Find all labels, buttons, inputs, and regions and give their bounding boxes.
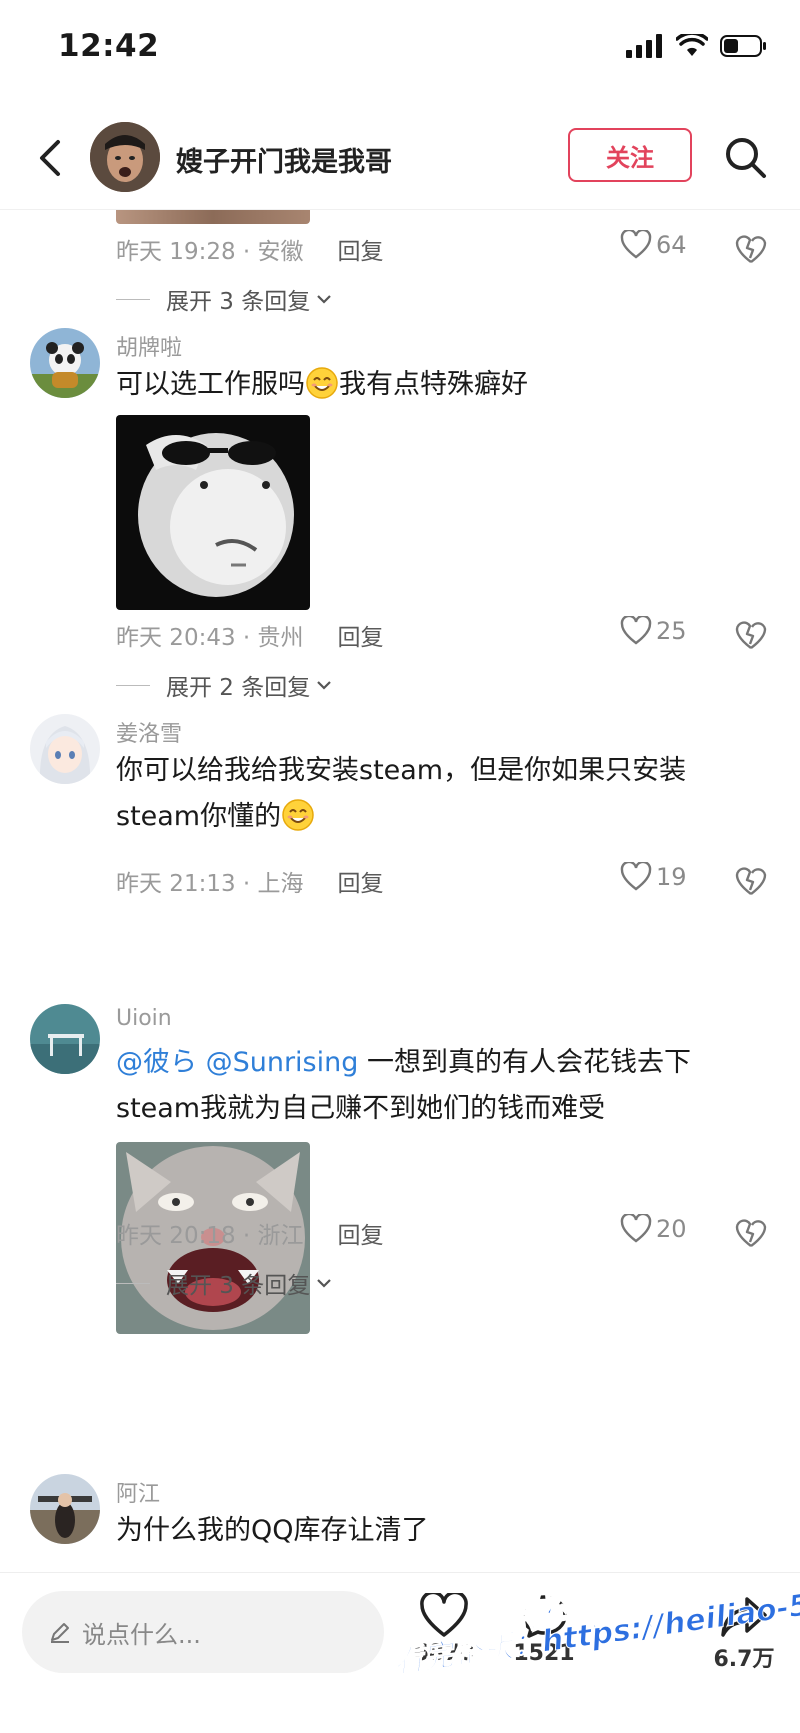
- dislike-icon[interactable]: [734, 232, 768, 266]
- comment-text-line-2: steam我就为自己赚不到她们的钱而难受: [116, 1093, 606, 1124]
- comment-input-placeholder: 说点什么...: [82, 1620, 201, 1649]
- comment-input[interactable]: 说点什么...: [22, 1591, 384, 1673]
- like-button[interactable]: 25: [620, 616, 687, 646]
- commenter-avatar[interactable]: [30, 328, 100, 398]
- comment-text-line: @彼ら @Sunrising 一想到真的有人会花钱去下: [116, 1040, 746, 1086]
- like-total: 6870: [413, 1641, 475, 1666]
- comment-text: 可以选工作服吗 我有点特殊癖好: [116, 362, 746, 408]
- dislike-icon[interactable]: [734, 1216, 768, 1250]
- comment-action[interactable]: 1521: [504, 1593, 584, 1666]
- like-action[interactable]: 6870: [404, 1593, 484, 1666]
- heart-icon: [620, 1214, 652, 1243]
- mention-link[interactable]: @彼ら: [116, 1047, 197, 1078]
- author-name[interactable]: 嫂子开门我是我哥: [176, 140, 392, 179]
- comment-meta: 昨天 21:13 · 上海 回复: [116, 864, 384, 898]
- expand-divider: [116, 1282, 150, 1284]
- comment-bubble-icon: [521, 1595, 567, 1638]
- commenter-name[interactable]: Uioin: [116, 1006, 172, 1031]
- comment-text-line: 你可以给我给我安装steam，但是你如果只安装: [116, 755, 687, 786]
- reply-button[interactable]: 回复: [338, 232, 384, 266]
- battery-icon: [720, 35, 766, 57]
- like-count: 20: [656, 1215, 687, 1243]
- like-button[interactable]: 19: [620, 862, 687, 892]
- share-icon: [721, 1597, 767, 1637]
- back-icon[interactable]: [30, 136, 74, 180]
- expand-divider: [116, 298, 150, 300]
- search-icon[interactable]: [722, 134, 770, 182]
- expand-label: 展开 3 条回复: [166, 1273, 311, 1299]
- comment-total: 1521: [513, 1641, 575, 1666]
- commenter-name[interactable]: 姜洛雪: [116, 716, 182, 748]
- comment-text-part: 一想到真的有人会花钱去下: [358, 1047, 691, 1078]
- heart-icon: [420, 1593, 468, 1637]
- comment-time-location: 昨天 19:28 · 安徽: [116, 239, 304, 265]
- share-action[interactable]: 6.7万: [704, 1593, 784, 1673]
- comment-time-location: 昨天 21:13 · 上海: [116, 871, 304, 897]
- smile-emoji-icon: [306, 367, 338, 399]
- share-total: 6.7万: [713, 1647, 775, 1672]
- comment-text: 你可以给我给我安装steam，但是你如果只安装 steam你懂的: [116, 748, 746, 840]
- comment-meta: 昨天 20:18 · 浙江 回复: [116, 1216, 384, 1250]
- heart-icon: [620, 862, 652, 891]
- comment-image-sticker[interactable]: [116, 415, 310, 610]
- heart-icon: [620, 230, 652, 259]
- comment-time-location: 昨天 20:18 · 浙江: [116, 1223, 304, 1249]
- expand-divider: [116, 684, 150, 686]
- reply-button[interactable]: 回复: [338, 1216, 384, 1250]
- comment-meta: 昨天 20:43 · 贵州 回复: [116, 618, 384, 652]
- author-avatar[interactable]: [90, 122, 160, 192]
- bottom-action-bar: 说点什么... 6870 1521 6.7万: [0, 1572, 800, 1733]
- pencil-icon: [51, 1623, 69, 1643]
- mention-link[interactable]: @Sunrising: [206, 1047, 359, 1078]
- comment-text: @彼ら @Sunrising 一想到真的有人会花钱去下 steam我就为自己赚不…: [116, 1040, 746, 1132]
- commenter-name[interactable]: 阿江: [116, 1476, 160, 1508]
- dislike-icon[interactable]: [734, 618, 768, 652]
- like-button[interactable]: 20: [620, 1214, 687, 1244]
- expand-label: 展开 3 条回复: [166, 289, 311, 315]
- comment-text-line-2: steam你懂的: [116, 794, 746, 840]
- commenter-avatar[interactable]: [30, 1474, 100, 1544]
- smile-emoji-icon: [282, 799, 314, 831]
- comment-text-part: 我有点特殊癖好: [339, 369, 528, 400]
- comment-meta: 昨天 19:28 · 安徽 回复: [116, 232, 384, 266]
- expand-replies[interactable]: 展开 3 条回复: [116, 282, 334, 316]
- comment-text-part: 可以选工作服吗: [116, 369, 305, 400]
- status-time: 12:42: [58, 28, 160, 64]
- status-icons: [626, 34, 768, 58]
- signal-icon: [626, 34, 662, 58]
- comment-time-location: 昨天 20:43 · 贵州: [116, 625, 304, 651]
- status-bar: 12:42: [0, 0, 800, 100]
- reply-button[interactable]: 回复: [338, 618, 384, 652]
- chevron-down-icon: [317, 295, 332, 304]
- heart-icon: [620, 616, 652, 645]
- like-count: 64: [656, 231, 687, 259]
- expand-replies[interactable]: 展开 2 条回复: [116, 668, 334, 702]
- follow-button[interactable]: 关注: [568, 128, 692, 182]
- like-count: 19: [656, 863, 687, 891]
- commenter-avatar[interactable]: [30, 1004, 100, 1074]
- chevron-down-icon: [317, 681, 332, 690]
- comment-text-part: steam你懂的: [116, 801, 282, 832]
- commenter-avatar[interactable]: [30, 714, 100, 784]
- dislike-icon[interactable]: [734, 864, 768, 898]
- like-button[interactable]: 64: [620, 230, 687, 260]
- expand-replies[interactable]: 展开 3 条回复: [116, 1266, 334, 1300]
- reply-button[interactable]: 回复: [338, 864, 384, 898]
- comment-list: 昨天 19:28 · 安徽 回复 64 展开 3 条回复 胡牌啦 可以选工作服吗…: [0, 210, 800, 1570]
- comment-text: 为什么我的QQ库存让清了: [116, 1515, 429, 1546]
- expand-label: 展开 2 条回复: [166, 675, 311, 701]
- commenter-name[interactable]: 胡牌啦: [116, 330, 182, 362]
- wifi-icon: [676, 34, 708, 56]
- comment-image-partial[interactable]: [116, 210, 310, 224]
- video-header: 嫂子开门我是我哥 关注: [0, 110, 800, 210]
- like-count: 25: [656, 617, 687, 645]
- chevron-down-icon: [317, 1279, 332, 1288]
